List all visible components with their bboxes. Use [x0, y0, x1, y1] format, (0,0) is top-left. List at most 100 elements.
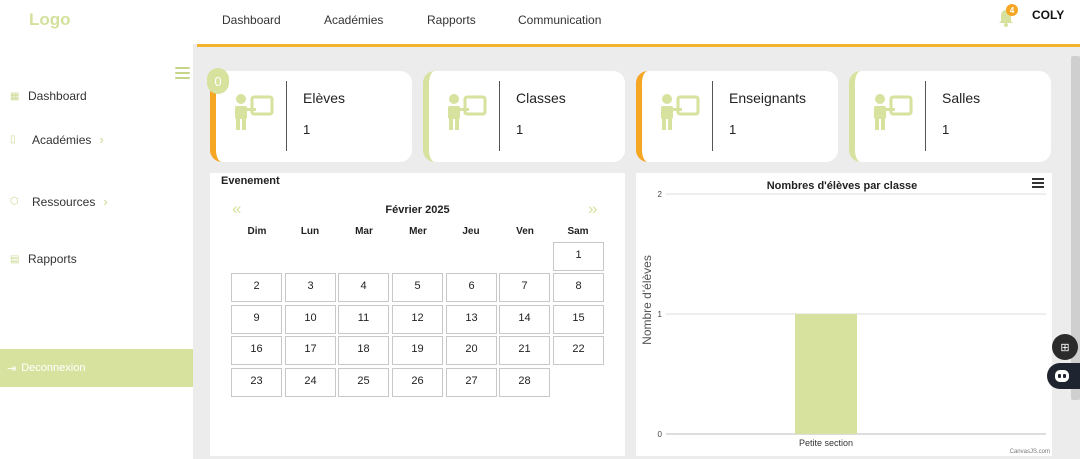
logout-label: Deconnexion	[21, 362, 86, 374]
weekday-label: Mar	[355, 226, 373, 237]
stat-card-eleves[interactable]: Elèves 1	[210, 71, 412, 162]
calendar-day[interactable]: 12	[392, 305, 443, 334]
chart-y-tick-label: 1	[658, 310, 663, 319]
stat-title: Salles	[942, 90, 981, 106]
teacher-board-icon	[874, 94, 913, 130]
stat-card-enseignants[interactable]: Enseignants 1	[636, 71, 838, 162]
logout-button[interactable]: ⇥ Deconnexion	[0, 349, 193, 387]
calendar-day[interactable]: 10	[285, 305, 336, 334]
calendar-panel: Evenement « Février 2025 » Dim Lun Mar M…	[210, 173, 625, 456]
username[interactable]: COLY	[1032, 8, 1064, 22]
teacher-board-icon	[235, 94, 274, 130]
sidebar-item-label: Dashboard	[28, 89, 87, 103]
chart-y-tick-label: 0	[658, 430, 663, 439]
weekday-label: Lun	[300, 226, 320, 237]
chart-x-tick-label: Petite section	[799, 438, 853, 448]
calendar-day[interactable]: 23	[231, 368, 282, 397]
file-icon: ▤	[10, 253, 20, 265]
chatbot-icon[interactable]	[1047, 363, 1080, 389]
stat-value: 1	[516, 122, 524, 137]
weekday-label: Dim	[247, 226, 267, 237]
calendar-day[interactable]: 19	[392, 336, 443, 365]
nav-academies[interactable]: Académies	[324, 13, 427, 27]
calendar-title: Evenement	[221, 175, 280, 187]
calendar-day[interactable]: 26	[392, 368, 443, 397]
card-divider	[712, 81, 713, 151]
hamburger-menu-icon[interactable]	[175, 67, 190, 79]
calendar-day[interactable]: 4	[338, 273, 389, 302]
chevron-right-icon: ›	[99, 132, 104, 147]
logo[interactable]: Logo	[29, 10, 71, 30]
calendar-day[interactable]: 11	[338, 305, 389, 334]
calendar-day[interactable]: 1	[553, 242, 604, 271]
weekday-label: Jeu	[462, 226, 480, 237]
calendar-day[interactable]: 15	[553, 305, 604, 334]
calendar-day[interactable]: 13	[446, 305, 497, 334]
calendar-day[interactable]: 9	[231, 305, 282, 334]
nav-dashboard[interactable]: Dashboard	[222, 13, 324, 27]
calendar-day[interactable]: 17	[285, 336, 336, 365]
calendar-month: Février 2025	[385, 204, 450, 216]
top-navigation: Dashboard Académies Rapports Communicati…	[222, 13, 601, 27]
weekday-label: Ven	[516, 226, 534, 237]
calendar-day[interactable]: 27	[446, 368, 497, 397]
calendar-day[interactable]: 8	[553, 273, 604, 302]
stat-value: 1	[942, 122, 950, 137]
sidebar-item-rapports[interactable]: ▤ Rapports	[10, 252, 77, 266]
card-divider	[499, 81, 500, 151]
calendar-day[interactable]: 7	[499, 273, 550, 302]
teacher-board-icon	[661, 94, 700, 130]
calendar-day[interactable]: 24	[285, 368, 336, 397]
sidebar-item-label: Ressources	[32, 194, 96, 209]
calendar-day[interactable]: 22	[553, 336, 604, 365]
sidebar-item-label: Rapports	[28, 252, 77, 266]
calendar-day[interactable]: 21	[499, 336, 550, 365]
calendar-day[interactable]: 20	[446, 336, 497, 365]
chart-panel: Nombres d'élèves par classe Nombre d'élè…	[636, 173, 1052, 456]
chart-credit: CanvasJS.com	[1010, 449, 1050, 455]
chart-title: Nombres d'élèves par classe	[767, 180, 918, 192]
calendar-day[interactable]: 3	[285, 273, 336, 302]
nav-rapports[interactable]: Rapports	[427, 13, 518, 27]
stat-title: Elèves	[303, 90, 346, 106]
stat-title: Enseignants	[729, 90, 807, 106]
calendar-day[interactable]: 18	[338, 336, 389, 365]
count-badge: 0	[207, 68, 229, 94]
calendar-day[interactable]: 16	[231, 336, 282, 365]
notification-badge: 4	[1006, 4, 1018, 16]
stat-title: Classes	[516, 90, 566, 106]
chart-menu-icon[interactable]	[1032, 178, 1044, 189]
bar-chart: Nombres d'élèves par classe Nombre d'élè…	[640, 180, 1050, 455]
stat-value: 1	[303, 122, 311, 137]
sidebar-item-ressources[interactable]: ⬡ Ressources ›	[10, 194, 108, 209]
teacher-board-icon	[448, 94, 487, 130]
prev-month-button[interactable]: «	[232, 200, 241, 217]
box-icon: ⬡	[10, 196, 19, 207]
chart-y-axis-label: Nombre d'élèves	[640, 255, 654, 345]
weekday-label: Sam	[567, 226, 589, 237]
sidebar-item-academies[interactable]: ▯ Académies ›	[10, 132, 104, 147]
calendar-day[interactable]: 5	[392, 273, 443, 302]
chart-bar[interactable]	[795, 314, 857, 434]
sidebar-item-dashboard[interactable]: ▦ Dashboard	[10, 89, 87, 103]
stat-value: 1	[729, 122, 737, 137]
next-month-button[interactable]: »	[588, 200, 597, 217]
sidebar-item-label: Académies	[32, 132, 92, 147]
logout-icon: ⇥	[7, 362, 17, 375]
calendar-day[interactable]: 6	[446, 273, 497, 302]
chevron-right-icon: ›	[103, 194, 108, 209]
stat-card-classes[interactable]: Classes 1	[423, 71, 625, 162]
card-divider	[286, 81, 287, 151]
calendar-day[interactable]: 14	[499, 305, 550, 334]
nav-communication[interactable]: Communication	[518, 13, 601, 27]
weekday-label: Mer	[409, 226, 427, 237]
stat-card-salles[interactable]: Salles 1	[849, 71, 1051, 162]
grid-icon: ▦	[10, 90, 20, 102]
card-divider	[925, 81, 926, 151]
apps-grid-icon[interactable]: ⊞	[1052, 334, 1078, 360]
book-icon: ▯	[10, 134, 16, 145]
calendar-day[interactable]: 28	[499, 368, 550, 397]
header-divider	[197, 44, 1080, 47]
calendar-day[interactable]: 2	[231, 273, 282, 302]
calendar-day[interactable]: 25	[338, 368, 389, 397]
